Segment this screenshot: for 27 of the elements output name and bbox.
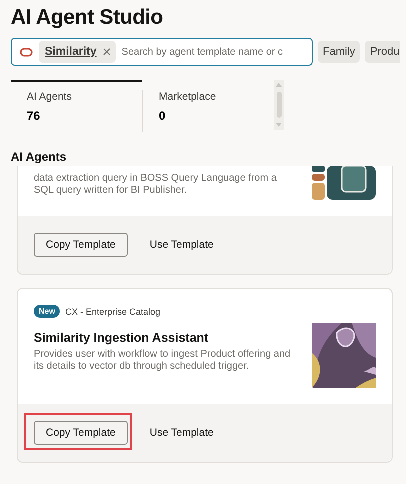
use-template-button[interactable]: Use Template [150, 427, 214, 439]
copy-template-button[interactable]: Copy Template [34, 233, 128, 257]
tab-count: 76 [27, 109, 42, 123]
scroll-up-icon[interactable] [276, 83, 282, 87]
close-icon[interactable] [102, 48, 111, 56]
search-input[interactable]: Search by agent template name or c [122, 46, 312, 58]
scroll-down-icon[interactable] [276, 123, 282, 127]
card-category: CX - Enterprise Catalog [65, 306, 160, 316]
card-description: data extraction query in BOSS Query Language from a SQL query written for BI Publisher. [34, 173, 278, 197]
search-field[interactable]: Similarity Search by agent template name or c [11, 38, 313, 66]
tab-label: Marketplace [159, 91, 218, 103]
filter-button[interactable]: Family [318, 41, 360, 63]
page-title: AI Agent Studio [11, 6, 164, 31]
use-template-button[interactable]: Use Template [150, 239, 214, 251]
filter-chip[interactable]: Similarity [39, 41, 116, 63]
tab[interactable]: Marketplace 0 [143, 80, 274, 132]
new-badge: New [34, 305, 60, 318]
card-description: Provides user with workflow to ingest Product offering and its details to vector db through scheduled trigger. [34, 349, 292, 373]
card-title: Similarity Ingestion Assistant [34, 331, 210, 345]
tab-label: AI Agents [27, 91, 73, 103]
abstract-artwork [312, 323, 376, 388]
copy-template-button[interactable]: Copy Template [34, 421, 128, 445]
filter-button[interactable]: Produ [365, 41, 400, 63]
scrollbar[interactable] [274, 80, 284, 130]
section-title: AI Agents [11, 150, 68, 166]
logo-icon [20, 48, 33, 56]
tab-count: 0 [159, 109, 167, 123]
